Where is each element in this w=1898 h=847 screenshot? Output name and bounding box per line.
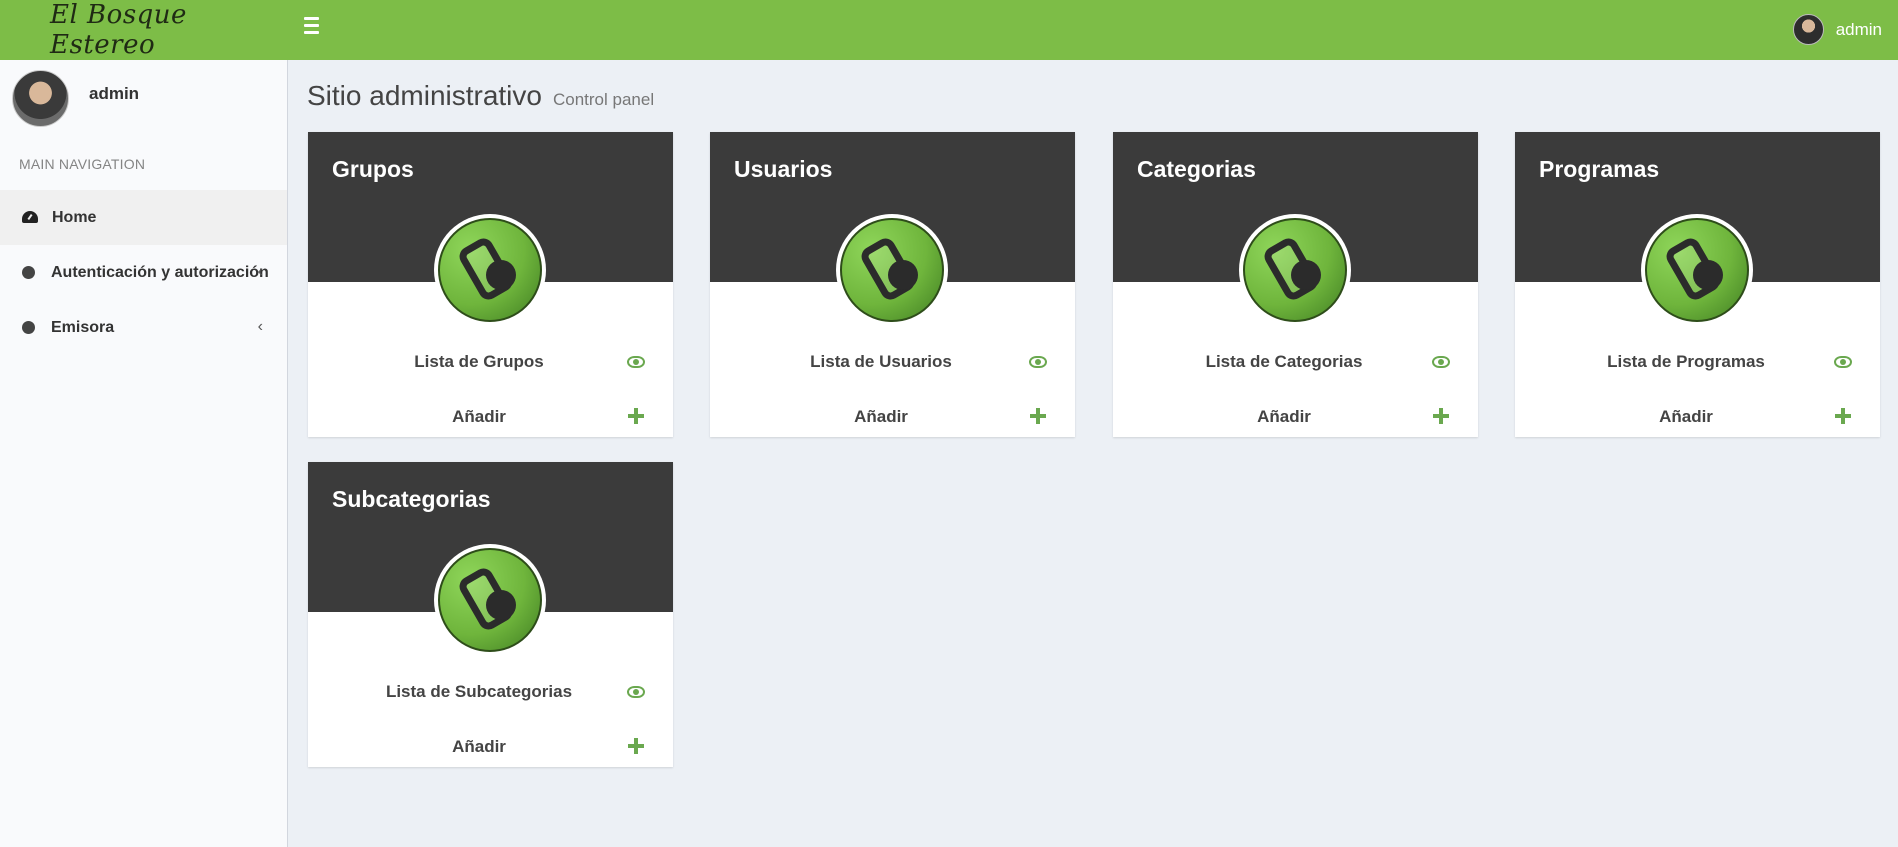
circle-icon — [22, 321, 35, 334]
card-add-row[interactable]: Añadir — [308, 397, 673, 437]
card-title: Categorias — [1137, 156, 1256, 182]
plus-icon[interactable] — [1029, 407, 1047, 425]
brand-logo[interactable]: El Bosque Estereo — [0, 0, 288, 60]
card-subcategorias: Subcategorias Lista de Subcategorias Aña… — [308, 462, 673, 767]
eye-icon[interactable] — [1432, 356, 1450, 368]
eye-icon[interactable] — [627, 356, 645, 368]
sidebar-item-auth[interactable]: Autenticación y autorización ‹ — [0, 245, 287, 300]
card-add-row[interactable]: Añadir — [1515, 397, 1880, 437]
eye-icon[interactable] — [627, 686, 645, 698]
list-link[interactable]: Lista de Grupos — [308, 352, 650, 372]
card-title: Subcategorias — [332, 486, 491, 512]
card-list-row[interactable]: Lista de Usuarios — [710, 342, 1075, 382]
user-menu[interactable]: admin — [1792, 14, 1882, 45]
sidebar-item-home[interactable]: Home — [0, 190, 287, 245]
page-header: Sitio administrativo Control panel — [307, 80, 654, 112]
card-list-row[interactable]: Lista de Subcategorias — [308, 672, 673, 712]
sidebar-nav: Home Autenticación y autorización ‹ Emis… — [0, 190, 287, 355]
sidebar-item-label: Autenticación y autorización — [51, 263, 269, 281]
card-logo — [434, 544, 546, 656]
sidebar-item-label: Home — [52, 208, 97, 226]
circle-icon — [22, 266, 35, 279]
dashboard-icon — [22, 211, 38, 224]
page-subtitle: Control panel — [552, 90, 655, 109]
card-categorias: Categorias Lista de Categorias Añadir — [1113, 132, 1478, 437]
sidebar-item-label: Emisora — [51, 318, 115, 336]
eye-icon[interactable] — [1029, 356, 1047, 368]
add-link[interactable]: Añadir — [308, 407, 650, 427]
avatar — [1792, 14, 1824, 45]
add-link[interactable]: Añadir — [1113, 407, 1455, 427]
add-link[interactable]: Añadir — [308, 737, 650, 757]
card-add-row[interactable]: Añadir — [1113, 397, 1478, 437]
nav-header: MAIN NAVIGATION — [19, 156, 146, 172]
card-logo — [836, 214, 948, 326]
card-title: Programas — [1539, 156, 1660, 182]
top-header: El Bosque Estereo admin — [0, 0, 1898, 60]
add-link[interactable]: Añadir — [710, 407, 1052, 427]
list-link[interactable]: Lista de Usuarios — [710, 352, 1052, 372]
eye-icon[interactable] — [1834, 356, 1852, 368]
card-title: Grupos — [332, 156, 414, 182]
page-title: Sitio administrativo — [307, 80, 542, 111]
chevron-left-icon: ‹ — [257, 318, 263, 335]
list-link[interactable]: Lista de Categorias — [1113, 352, 1455, 372]
list-link[interactable]: Lista de Programas — [1515, 352, 1857, 372]
card-list-row[interactable]: Lista de Grupos — [308, 342, 673, 382]
plus-icon[interactable] — [1834, 407, 1852, 425]
card-add-row[interactable]: Añadir — [710, 397, 1075, 437]
sidebar: admin MAIN NAVIGATION Home Autenticación… — [0, 60, 288, 847]
user-menu-name: admin — [1835, 19, 1882, 39]
list-link[interactable]: Lista de Subcategorias — [308, 682, 650, 702]
avatar — [12, 70, 69, 127]
card-usuarios: Usuarios Lista de Usuarios Añadir — [710, 132, 1075, 437]
card-logo — [434, 214, 546, 326]
card-logo — [1239, 214, 1351, 326]
logo-text: El Bosque Estereo — [50, 0, 187, 60]
plus-icon[interactable] — [1432, 407, 1450, 425]
chevron-left-icon: ‹ — [257, 263, 263, 280]
card-title: Usuarios — [734, 156, 833, 182]
card-add-row[interactable]: Añadir — [308, 727, 673, 767]
add-link[interactable]: Añadir — [1515, 407, 1857, 427]
card-list-row[interactable]: Lista de Programas — [1515, 342, 1880, 382]
plus-icon[interactable] — [627, 737, 645, 755]
user-panel-name: admin — [89, 84, 140, 103]
sidebar-item-emisora[interactable]: Emisora ‹ — [0, 300, 287, 355]
sidebar-toggle-icon[interactable] — [304, 17, 324, 37]
card-grupos: Grupos Lista de Grupos Añadir — [308, 132, 673, 437]
card-programas: Programas Lista de Programas Añadir — [1515, 132, 1880, 437]
user-panel: admin — [12, 70, 139, 127]
card-list-row[interactable]: Lista de Categorias — [1113, 342, 1478, 382]
card-logo — [1641, 214, 1753, 326]
plus-icon[interactable] — [627, 407, 645, 425]
